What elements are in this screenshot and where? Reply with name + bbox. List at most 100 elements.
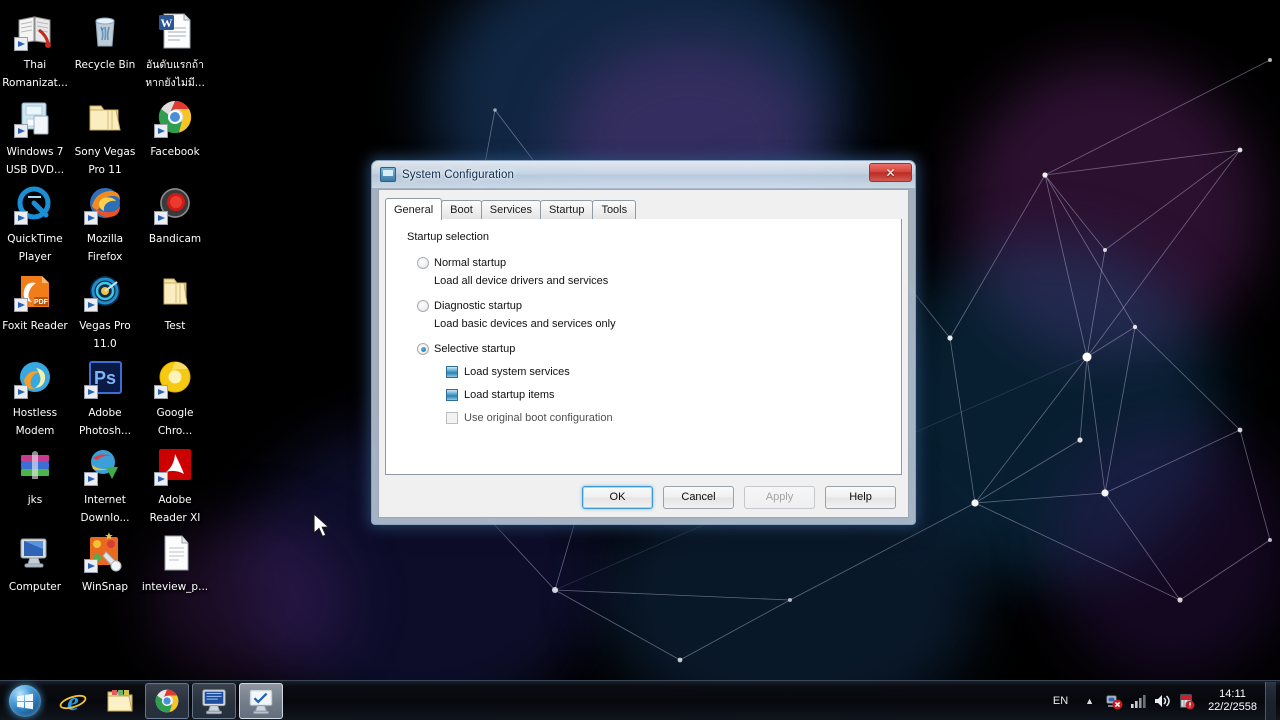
icon-row: jks Internet Downlo... Adobe Reader XI	[0, 439, 215, 526]
desktop-icon-computer[interactable]: Computer	[0, 526, 70, 595]
radio-normal-startup[interactable]: Normal startup	[417, 257, 506, 269]
cancel-button[interactable]: Cancel	[663, 485, 734, 509]
chevron-up-icon[interactable]: ▲	[1077, 696, 1102, 706]
network-disconnected-icon[interactable]	[1104, 691, 1124, 711]
desktop-icon-winsnap[interactable]: WinSnap	[70, 526, 140, 595]
desktop-icon-label: Thai Romanizat...	[2, 59, 68, 89]
desktop-icon-label: QuickTime Player	[7, 233, 63, 263]
desktop-icon-label: Test	[164, 320, 186, 332]
checkbox-load-startup-items[interactable]: Load startup items	[446, 389, 555, 401]
signal-bars-icon[interactable]	[1128, 691, 1148, 711]
radio-diagnostic-startup[interactable]: Diagnostic startup	[417, 300, 522, 312]
windows-logo-icon	[9, 684, 41, 717]
desktop-icon-grid: Thai Romanizat... Recycle Bin W อันดับแร…	[0, 4, 215, 595]
volume-icon[interactable]	[1152, 691, 1172, 711]
dialog-title: System Configuration	[402, 168, 514, 181]
desktop-icon-label: Adobe Reader XI	[149, 494, 201, 524]
checkbox-use-original-boot-configuration: Use original boot configuration	[446, 412, 613, 424]
folder-icon	[84, 97, 126, 139]
normal-startup-description: Load all device drivers and services	[434, 275, 609, 287]
radio-indicator[interactable]	[417, 257, 429, 269]
taskbar-google-chrome[interactable]	[145, 682, 189, 719]
start-button[interactable]	[2, 682, 48, 720]
desktop-icon-label: Vegas Pro 11.0	[79, 320, 131, 350]
shortcut-overlay-icon	[14, 298, 28, 312]
desktop-icon-label: Internet Downlo...	[80, 494, 130, 524]
desktop-icon-adobe-photoshop[interactable]: Ps Adobe Photosh...	[70, 352, 140, 439]
desktop-icon-label: Computer	[8, 581, 62, 593]
tab-services[interactable]: Services	[480, 200, 541, 219]
desktop-icon-vegas-pro-11[interactable]: Vegas Pro 11.0	[70, 265, 140, 352]
desktop-icon-thai-romanizat[interactable]: Thai Romanizat...	[0, 4, 70, 91]
show-desktop-button[interactable]	[1265, 681, 1276, 720]
taskbar-window-system-1[interactable]	[192, 682, 236, 719]
clock-time: 14:11	[1219, 687, 1246, 700]
desktop-icon-label: Google Chro...	[156, 407, 194, 437]
close-icon[interactable]: ✕	[869, 163, 912, 182]
language-indicator[interactable]: EN	[1044, 695, 1077, 707]
desktop-icon-mozilla-firefox[interactable]: Mozilla Firefox	[70, 178, 140, 265]
system-tray: EN ▲ 14:11 22/2/2558	[1044, 681, 1280, 720]
desktop-icon-recycle-bin[interactable]: Recycle Bin	[70, 4, 140, 91]
internet-download-manager-icon	[84, 445, 126, 487]
taskbar-internet-explorer[interactable]: e	[51, 683, 95, 719]
desktop-icon-facebook[interactable]: Facebook	[140, 91, 210, 178]
desktop-icon-label: Bandicam	[148, 233, 202, 245]
clock-date: 22/2/2558	[1208, 700, 1257, 713]
tab-boot[interactable]: Boot	[441, 200, 482, 219]
shortcut-overlay-icon	[14, 124, 28, 138]
radio-label: Selective startup	[434, 343, 516, 355]
desktop-icon-windows-7-usb-dvd[interactable]: Windows 7 USB DVD...	[0, 91, 70, 178]
desktop-icon-sony-vegas-pro-11[interactable]: Sony Vegas Pro 11	[70, 91, 140, 178]
desktop-icon-adobe-reader-xi[interactable]: Adobe Reader XI	[140, 439, 210, 526]
desktop-icon-internet-download-manager[interactable]: Internet Downlo...	[70, 439, 140, 526]
tab-tools[interactable]: Tools	[592, 200, 637, 219]
desktop-icon-label: Mozilla Firefox	[86, 233, 124, 263]
shortcut-overlay-icon	[14, 211, 28, 225]
desktop[interactable]: Thai Romanizat... Recycle Bin W อันดับแร…	[0, 0, 1280, 720]
tab-startup[interactable]: Startup	[539, 200, 594, 219]
checkbox-indicator[interactable]	[446, 389, 458, 401]
desktop-icon-inteview-p-document[interactable]: inteview_p...	[140, 526, 210, 595]
icon-row: QuickTime Player Mozilla Firefox Bandica…	[0, 178, 215, 265]
taskbar-windows-explorer[interactable]	[98, 683, 142, 719]
winrar-archive-icon	[14, 445, 56, 487]
chrome-gold-icon	[154, 358, 196, 400]
radio-indicator[interactable]	[417, 300, 429, 312]
action-center-icon[interactable]	[1176, 691, 1196, 711]
tab-bar: General Boot Services Startup Tools	[385, 198, 902, 220]
taskbar[interactable]: e EN ▲ 14:11 22/2/2558	[0, 680, 1280, 720]
radio-selective-startup[interactable]: Selective startup	[417, 343, 515, 355]
desktop-icon-thai-word-document[interactable]: W อันดับแรกถ้าหากยังไม่มี...	[140, 4, 210, 91]
system-configuration-window-icon	[249, 688, 273, 714]
system-configuration-dialog[interactable]: System Configuration ✕ General Boot Serv…	[371, 160, 916, 525]
checkbox-label: Use original boot configuration	[464, 412, 613, 424]
taskbar-system-configuration-window[interactable]	[239, 682, 283, 719]
word-document-icon: W	[154, 10, 196, 52]
desktop-icon-test-folder[interactable]: Test	[140, 265, 210, 352]
desktop-icon-label: jks	[27, 494, 43, 506]
internet-explorer-icon: e	[59, 687, 87, 716]
help-button[interactable]: Help	[825, 485, 896, 509]
icon-row: PDF Foxit Reader Vegas Pro 11.0 Test	[0, 265, 215, 352]
desktop-icon-hostless-modem[interactable]: Hostless Modem	[0, 352, 70, 439]
desktop-icon-bandicam[interactable]: Bandicam	[140, 178, 210, 265]
desktop-icon-quicktime-player[interactable]: QuickTime Player	[0, 178, 70, 265]
desktop-icon-label: Foxit Reader	[2, 320, 68, 332]
tab-general[interactable]: General	[385, 198, 443, 220]
icon-row: Windows 7 USB DVD... Sony Vegas Pro 11 F…	[0, 91, 215, 178]
dialog-titlebar[interactable]: System Configuration ✕	[372, 161, 915, 188]
desktop-icon-google-chrome[interactable]: Google Chro...	[140, 352, 210, 439]
dialog-button-row: OK Cancel Apply Help	[385, 485, 902, 509]
desktop-icon-label: inteview_p...	[141, 581, 209, 593]
general-tab-panel: Startup selection Normal startup Load al…	[385, 219, 902, 475]
shortcut-overlay-icon	[154, 211, 168, 225]
clock[interactable]: 14:11 22/2/2558	[1198, 688, 1265, 714]
checkbox-load-system-services[interactable]: Load system services	[446, 366, 570, 378]
shortcut-overlay-icon	[84, 472, 98, 486]
checkbox-indicator[interactable]	[446, 366, 458, 378]
ok-button[interactable]: OK	[582, 485, 653, 509]
desktop-icon-foxit-reader[interactable]: PDF Foxit Reader	[0, 265, 70, 352]
radio-indicator[interactable]	[417, 343, 429, 355]
desktop-icon-jks-archive[interactable]: jks	[0, 439, 70, 526]
